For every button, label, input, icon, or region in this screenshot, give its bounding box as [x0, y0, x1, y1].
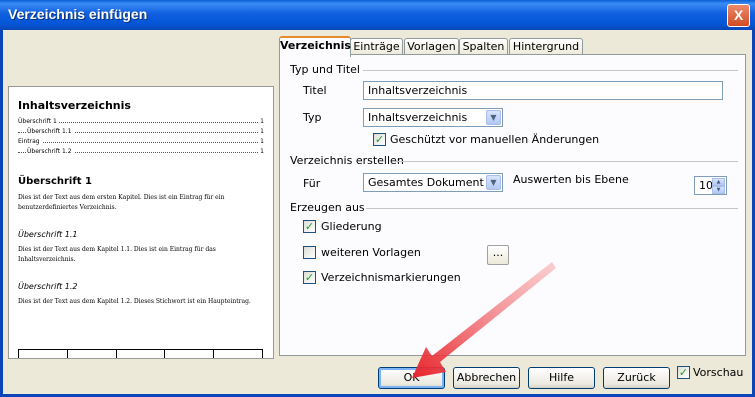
more-styles-checkbox[interactable]: [303, 246, 316, 259]
chevron-down-icon: ▼: [486, 110, 501, 125]
preview-toc-title: Inhaltsverzeichnis: [18, 99, 131, 112]
ok-button[interactable]: OK: [378, 367, 445, 389]
outline-checkbox[interactable]: ✓: [303, 220, 316, 233]
chevron-down-icon: ▼: [486, 175, 501, 190]
tab-spalten[interactable]: Spalten: [459, 38, 508, 55]
section-create-from: Erzeugen aus: [290, 201, 365, 214]
for-label: Für: [303, 177, 321, 190]
protected-label: Geschützt vor manuellen Änderungen: [390, 133, 600, 146]
level-spinner[interactable]: 10 ▲ ▼: [694, 176, 727, 195]
index-marks-checkbox[interactable]: ✓: [303, 271, 316, 284]
tab-hintergrund[interactable]: Hintergrund: [509, 38, 583, 55]
preview-heading-1: Überschrift 1: [18, 176, 92, 187]
preview-label: Vorschau: [693, 366, 744, 379]
preview-heading-1-1: Überschrift 1.1: [18, 230, 78, 239]
tab-verzeichnis[interactable]: Verzeichnis: [279, 36, 351, 57]
tab-eintraege[interactable]: Einträge: [350, 38, 403, 55]
type-select[interactable]: Inhaltsverzeichnis ▼: [363, 108, 503, 127]
back-button[interactable]: Zurück: [603, 367, 670, 389]
preview-checkbox[interactable]: ✓: [677, 366, 690, 379]
window-title: Verzeichnis einfügen: [8, 6, 148, 22]
preview-paragraph: Dies ist der Text aus dem ersten Kapitel…: [18, 194, 225, 211]
section-create-index: Verzeichnis erstellen: [290, 154, 404, 167]
outline-label: Gliederung: [321, 220, 382, 233]
cancel-button[interactable]: Abbrechen: [453, 367, 520, 389]
close-icon: X: [733, 7, 744, 23]
section-divider: [363, 70, 738, 71]
title-bar: Verzeichnis einfügen X: [0, 0, 755, 30]
section-type-title: Typ und Titel: [290, 63, 360, 76]
assign-styles-button[interactable]: ...: [487, 245, 509, 265]
preview-paragraph: Dies ist der Text aus dem Kapitel 1.1. D…: [18, 246, 216, 263]
spin-down-icon[interactable]: ▼: [712, 186, 725, 194]
scope-select[interactable]: Gesamtes Dokument ▼: [363, 173, 503, 192]
section-divider: [366, 208, 738, 209]
close-button[interactable]: X: [727, 4, 750, 27]
preview-heading-1-2: Überschrift 1.2: [18, 282, 78, 291]
preview-paragraph: Dies ist der Text aus dem Kapitel 1.2. D…: [18, 298, 251, 305]
preview-table: [18, 349, 263, 358]
section-divider: [395, 161, 738, 162]
title-label: Titel: [303, 84, 327, 97]
preview-toc-entry: Eintrag 1: [18, 138, 264, 145]
index-marks-label: Verzeichnismarkierungen: [321, 271, 461, 284]
preview-toc-entry: Überschrift 1.2 1: [18, 148, 264, 155]
document-preview: Inhaltsverzeichnis Überschrift 11 Übersc…: [8, 86, 274, 359]
protected-checkbox[interactable]: ✓: [373, 133, 386, 146]
title-input[interactable]: Inhaltsverzeichnis: [363, 81, 723, 100]
type-label: Typ: [303, 111, 322, 124]
preview-toc-entry: Überschrift 1.1 1: [18, 128, 264, 135]
spin-up-icon[interactable]: ▲: [712, 178, 725, 186]
tab-panel: Typ und Titel Titel Inhaltsverzeichnis T…: [279, 54, 746, 356]
more-styles-label: weiteren Vorlagen: [321, 246, 421, 259]
tab-vorlagen[interactable]: Vorlagen: [404, 38, 459, 55]
preview-toc-entry: Überschrift 11: [18, 118, 264, 125]
evaluate-level-label: Auswerten bis Ebene: [513, 173, 629, 186]
help-button[interactable]: Hilfe: [528, 367, 595, 389]
